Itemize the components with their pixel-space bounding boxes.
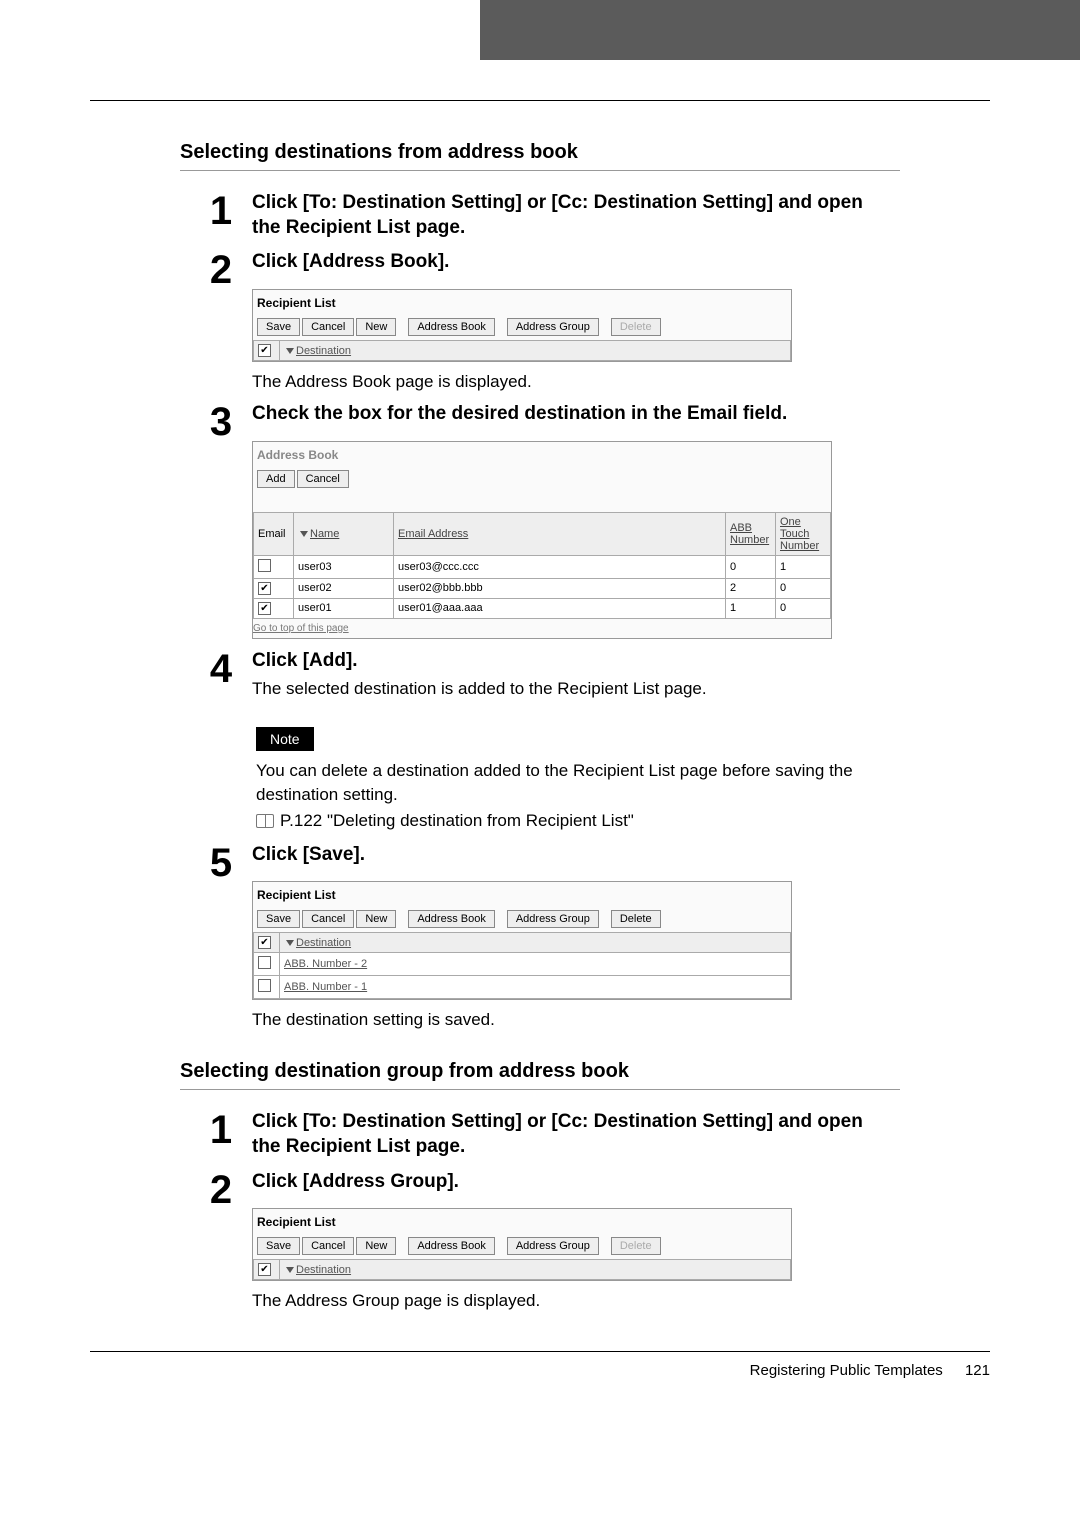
new-button[interactable]: New	[356, 910, 396, 928]
address-group-button[interactable]: Address Group	[507, 910, 599, 928]
step-heading: Check the box for the desired destinatio…	[252, 402, 880, 427]
emailaddr-column-header[interactable]: Email Address	[398, 528, 468, 540]
address-book-button[interactable]: Address Book	[408, 910, 494, 928]
header-bar	[0, 0, 1080, 60]
recipient-list-screenshot: Recipient List Save Cancel New Address B…	[252, 289, 792, 362]
address-group-button[interactable]: Address Group	[507, 1237, 599, 1255]
section-underline-1	[180, 170, 900, 171]
note-badge: Note	[256, 727, 314, 751]
step-number: 2	[200, 1170, 242, 1210]
address-book-screenshot: Address Book Add Cancel Email Name Email…	[252, 441, 832, 639]
row-email: user03@ccc.ccc	[394, 555, 726, 578]
panel-title: Recipient List	[253, 1209, 791, 1233]
destination-column-header[interactable]: Destination	[296, 937, 351, 949]
step-caption: The selected destination is added to the…	[252, 677, 880, 701]
row-one: 0	[776, 598, 831, 618]
destination-column-header[interactable]: Destination	[296, 1264, 351, 1276]
step-number: 3	[200, 402, 242, 442]
page-number: 121	[965, 1362, 990, 1379]
sort-icon	[286, 348, 294, 354]
step-heading: Click [Save].	[252, 843, 880, 868]
header-accent	[480, 0, 1080, 60]
select-all-checkbox[interactable]: ✔	[258, 344, 271, 357]
delete-button: Delete	[611, 318, 661, 336]
row-abb: 2	[726, 578, 776, 598]
row-checkbox[interactable]	[258, 956, 271, 969]
name-column-header[interactable]: Name	[310, 528, 339, 540]
panel-title: Address Book	[253, 442, 831, 466]
cancel-button[interactable]: Cancel	[302, 318, 354, 336]
recipient-link[interactable]: ABB. Number - 2	[284, 958, 367, 970]
step-heading: Click [To: Destination Setting] or [Cc: …	[252, 1110, 880, 1159]
panel-title: Recipient List	[253, 882, 791, 906]
address-row: ✔ user01 user01@aaa.aaa 1 0	[254, 598, 831, 618]
sort-icon	[300, 531, 308, 537]
page-footer: Registering Public Templates 121	[90, 1351, 990, 1379]
row-email: user01@aaa.aaa	[394, 598, 726, 618]
onetouch-column-header[interactable]: One Touch Number	[780, 516, 819, 552]
cross-ref: P.122 "Deleting destination from Recipie…	[280, 811, 634, 830]
delete-button: Delete	[611, 1237, 661, 1255]
footer-title: Registering Public Templates	[750, 1362, 943, 1379]
address-book-button[interactable]: Address Book	[408, 1237, 494, 1255]
row-abb: 1	[726, 598, 776, 618]
cancel-button[interactable]: Cancel	[302, 910, 354, 928]
row-name: user02	[294, 578, 394, 598]
row-checkbox[interactable]	[258, 979, 271, 992]
book-icon	[256, 814, 274, 828]
cancel-button[interactable]: Cancel	[302, 1237, 354, 1255]
section-underline-2	[180, 1089, 900, 1090]
step-heading: Click [To: Destination Setting] or [Cc: …	[252, 191, 880, 240]
sort-icon	[286, 940, 294, 946]
abb-column-header[interactable]: ABB Number	[730, 522, 769, 546]
new-button[interactable]: New	[356, 1237, 396, 1255]
row-email: user02@bbb.bbb	[394, 578, 726, 598]
row-checkbox[interactable]	[258, 559, 271, 572]
step-number: 2	[200, 250, 242, 290]
new-button[interactable]: New	[356, 318, 396, 336]
row-one: 0	[776, 578, 831, 598]
row-name: user03	[294, 555, 394, 578]
row-checkbox[interactable]: ✔	[258, 602, 271, 615]
recipient-list-screenshot-2: Recipient List Save Cancel New Address B…	[252, 881, 792, 1000]
step-number: 5	[200, 843, 242, 883]
select-all-checkbox[interactable]: ✔	[258, 1263, 271, 1276]
delete-button[interactable]: Delete	[611, 910, 661, 928]
step-heading: Click [Address Book].	[252, 250, 880, 275]
cancel-button[interactable]: Cancel	[297, 470, 349, 488]
save-button[interactable]: Save	[257, 910, 300, 928]
row-checkbox[interactable]: ✔	[258, 582, 271, 595]
step-heading: Click [Add].	[252, 649, 880, 674]
row-one: 1	[776, 555, 831, 578]
recipient-link[interactable]: ABB. Number - 1	[284, 981, 367, 993]
destination-column-header[interactable]: Destination	[296, 345, 351, 357]
step-caption: The Address Book page is displayed.	[252, 372, 880, 392]
section-title-1: Selecting destinations from address book	[180, 141, 990, 164]
address-book-button[interactable]: Address Book	[408, 318, 494, 336]
save-button[interactable]: Save	[257, 1237, 300, 1255]
step-number: 1	[200, 191, 242, 231]
sort-icon	[286, 1267, 294, 1273]
address-row: ✔ user02 user02@bbb.bbb 2 0	[254, 578, 831, 598]
step-caption: The destination setting is saved.	[252, 1010, 880, 1030]
step-number: 1	[200, 1110, 242, 1150]
address-group-button[interactable]: Address Group	[507, 318, 599, 336]
row-name: user01	[294, 598, 394, 618]
row-abb: 0	[726, 555, 776, 578]
step-heading: Click [Address Group].	[252, 1170, 880, 1195]
recipient-row: ABB. Number - 2	[254, 953, 791, 976]
add-button[interactable]: Add	[257, 470, 295, 488]
panel-title: Recipient List	[253, 290, 791, 314]
select-all-checkbox[interactable]: ✔	[258, 936, 271, 949]
step-number: 4	[200, 649, 242, 689]
address-row: user03 user03@ccc.ccc 0 1	[254, 555, 831, 578]
email-column-header: Email	[258, 528, 286, 540]
step-caption: The Address Group page is displayed.	[252, 1291, 880, 1311]
go-to-top-link[interactable]: Go to top of this page	[253, 619, 831, 638]
save-button[interactable]: Save	[257, 318, 300, 336]
section-title-2: Selecting destination group from address…	[180, 1060, 990, 1083]
note-text: You can delete a destination added to th…	[256, 759, 870, 807]
recipient-row: ABB. Number - 1	[254, 976, 791, 999]
recipient-list-screenshot-3: Recipient List Save Cancel New Address B…	[252, 1208, 792, 1281]
